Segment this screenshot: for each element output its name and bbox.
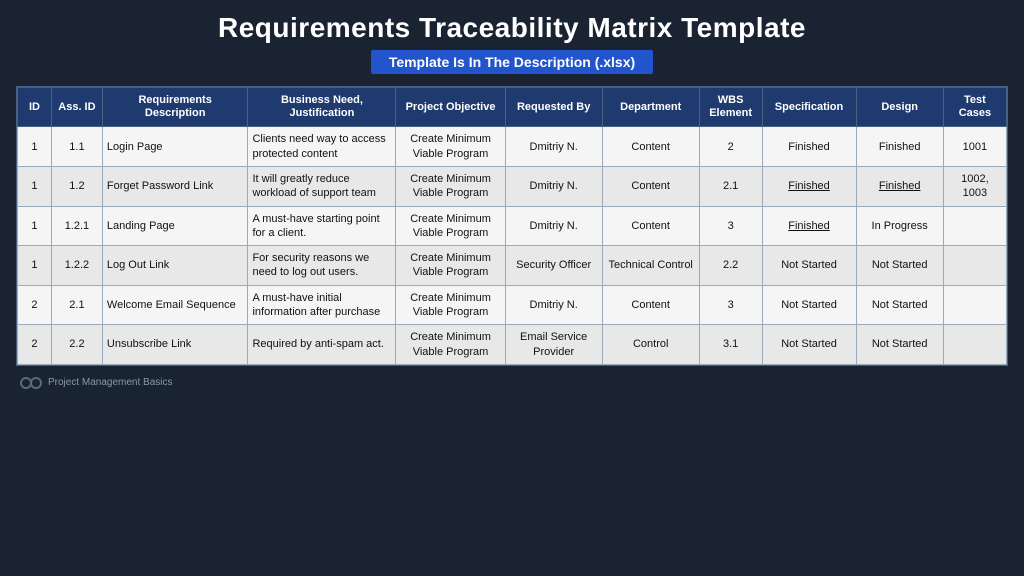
cell-assid: 1.2	[51, 166, 102, 206]
cell-req-by: Email Service Provider	[505, 325, 602, 365]
cell-assid: 1.2.1	[51, 206, 102, 246]
cell-id: 1	[18, 166, 52, 206]
requirements-matrix-table: ID Ass. ID Requirements Description Busi…	[17, 87, 1007, 365]
table-row: 2 2.1 Welcome Email Sequence A must-have…	[18, 285, 1007, 325]
cell-dept: Content	[602, 206, 699, 246]
cell-test	[943, 285, 1006, 325]
cell-req-desc: Landing Page	[102, 206, 248, 246]
cell-spec: Not Started	[762, 246, 856, 286]
cell-assid: 1.2.2	[51, 246, 102, 286]
matrix-table-container: ID Ass. ID Requirements Description Busi…	[16, 86, 1008, 366]
col-header-assid: Ass. ID	[51, 88, 102, 127]
subtitle-banner: Template Is In The Description (.xlsx)	[371, 50, 653, 74]
col-header-business: Business Need, Justification	[248, 88, 396, 127]
col-header-id: ID	[18, 88, 52, 127]
col-header-reqby: Requested By	[505, 88, 602, 127]
cell-spec: Not Started	[762, 325, 856, 365]
cell-id: 2	[18, 325, 52, 365]
cell-assid: 2.2	[51, 325, 102, 365]
page-wrapper: Requirements Traceability Matrix Templat…	[0, 0, 1024, 576]
cell-wbs: 2	[699, 127, 762, 167]
footer-logo: Project Management Basics	[20, 372, 173, 394]
col-header-spec: Specification	[762, 88, 856, 127]
cell-proj-obj: Create Minimum Viable Program	[396, 206, 505, 246]
cell-spec: Not Started	[762, 285, 856, 325]
cell-business: A must-have starting point for a client.	[248, 206, 396, 246]
cell-req-by: Dmitriy N.	[505, 166, 602, 206]
cell-design: Not Started	[856, 285, 943, 325]
cell-test: 1002, 1003	[943, 166, 1006, 206]
cell-dept: Control	[602, 325, 699, 365]
table-row: 1 1.2 Forget Password Link It will great…	[18, 166, 1007, 206]
cell-design: Not Started	[856, 325, 943, 365]
cell-design: Finished	[856, 127, 943, 167]
cell-dept: Technical Control	[602, 246, 699, 286]
cell-dept: Content	[602, 166, 699, 206]
cell-req-desc: Forget Password Link	[102, 166, 248, 206]
table-row: 1 1.1 Login Page Clients need way to acc…	[18, 127, 1007, 167]
cell-business: Clients need way to access protected con…	[248, 127, 396, 167]
cell-wbs: 3	[699, 206, 762, 246]
cell-wbs: 3	[699, 285, 762, 325]
cell-req-by: Dmitriy N.	[505, 127, 602, 167]
cell-req-desc: Log Out Link	[102, 246, 248, 286]
cell-proj-obj: Create Minimum Viable Program	[396, 166, 505, 206]
cell-wbs: 2.2	[699, 246, 762, 286]
cell-spec: Finished	[762, 127, 856, 167]
cell-spec: Finished	[762, 206, 856, 246]
cell-business: It will greatly reduce workload of suppo…	[248, 166, 396, 206]
cell-wbs: 3.1	[699, 325, 762, 365]
cell-business: A must-have initial information after pu…	[248, 285, 396, 325]
cell-test: 1001	[943, 127, 1006, 167]
cell-proj-obj: Create Minimum Viable Program	[396, 325, 505, 365]
cell-assid: 1.1	[51, 127, 102, 167]
table-row: 1 1.2.1 Landing Page A must-have startin…	[18, 206, 1007, 246]
cell-dept: Content	[602, 127, 699, 167]
col-header-proj: Project Objective	[396, 88, 505, 127]
cell-id: 2	[18, 285, 52, 325]
cell-id: 1	[18, 246, 52, 286]
cell-business: Required by anti-spam act.	[248, 325, 396, 365]
cell-wbs: 2.1	[699, 166, 762, 206]
brand-logo-icon	[20, 372, 42, 394]
cell-design: Not Started	[856, 246, 943, 286]
cell-proj-obj: Create Minimum Viable Program	[396, 127, 505, 167]
table-row: 2 2.2 Unsubscribe Link Required by anti-…	[18, 325, 1007, 365]
table-row: 1 1.2.2 Log Out Link For security reason…	[18, 246, 1007, 286]
cell-test	[943, 325, 1006, 365]
col-header-design: Design	[856, 88, 943, 127]
col-header-test: Test Cases	[943, 88, 1006, 127]
cell-business: For security reasons we need to log out …	[248, 246, 396, 286]
col-header-req: Requirements Description	[102, 88, 248, 127]
cell-test	[943, 246, 1006, 286]
footer: Project Management Basics	[16, 372, 1008, 394]
table-header: ID Ass. ID Requirements Description Busi…	[18, 88, 1007, 127]
cell-req-desc: Unsubscribe Link	[102, 325, 248, 365]
page-title: Requirements Traceability Matrix Templat…	[218, 12, 806, 44]
cell-req-by: Dmitriy N.	[505, 206, 602, 246]
cell-proj-obj: Create Minimum Viable Program	[396, 285, 505, 325]
cell-design: In Progress	[856, 206, 943, 246]
cell-dept: Content	[602, 285, 699, 325]
cell-id: 1	[18, 206, 52, 246]
cell-assid: 2.1	[51, 285, 102, 325]
footer-text: Project Management Basics	[48, 377, 173, 388]
cell-spec: Finished	[762, 166, 856, 206]
cell-req-by: Dmitriy N.	[505, 285, 602, 325]
cell-design: Finished	[856, 166, 943, 206]
cell-req-by: Security Officer	[505, 246, 602, 286]
cell-req-desc: Login Page	[102, 127, 248, 167]
col-header-dept: Department	[602, 88, 699, 127]
cell-req-desc: Welcome Email Sequence	[102, 285, 248, 325]
cell-id: 1	[18, 127, 52, 167]
cell-test	[943, 206, 1006, 246]
cell-proj-obj: Create Minimum Viable Program	[396, 246, 505, 286]
col-header-wbs: WBS Element	[699, 88, 762, 127]
table-body: 1 1.1 Login Page Clients need way to acc…	[18, 127, 1007, 365]
